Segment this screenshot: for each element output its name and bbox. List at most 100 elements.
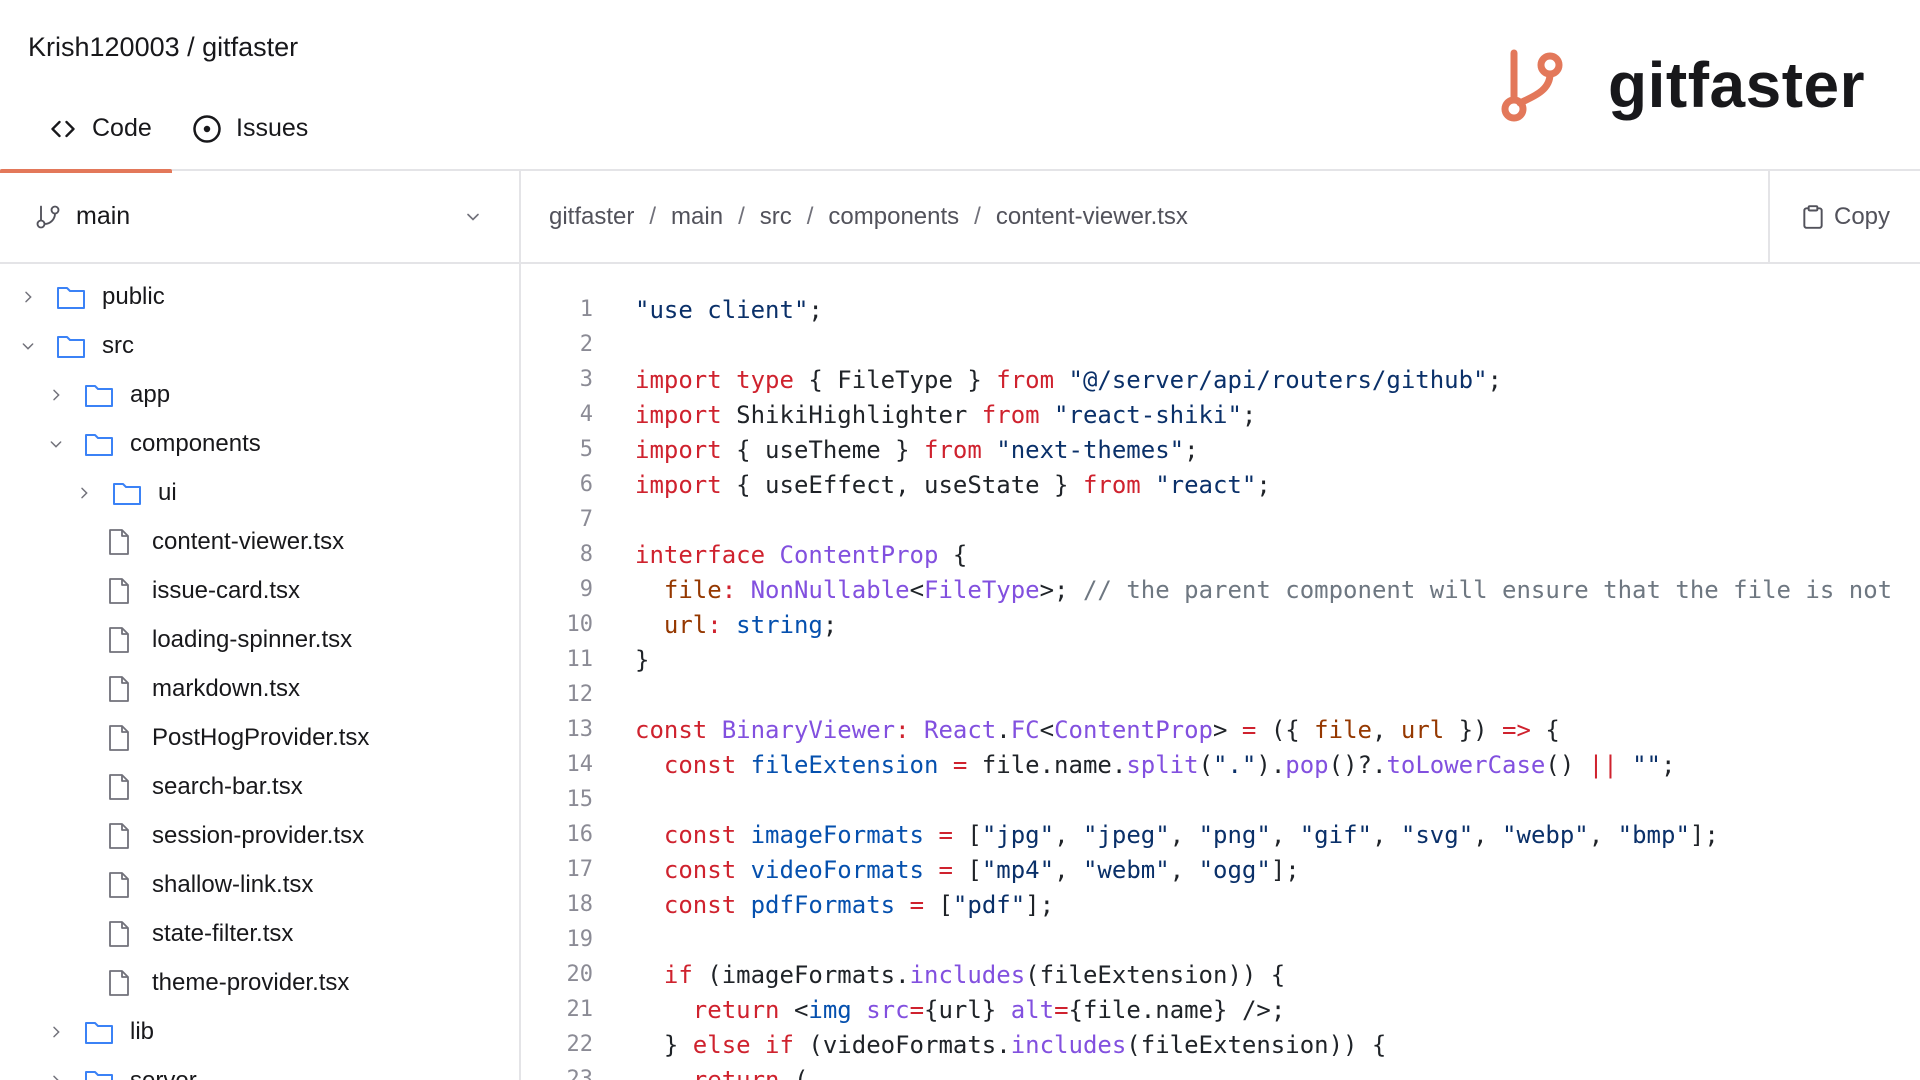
tree-file-state-filter[interactable]: state-filter.tsx bbox=[0, 909, 519, 958]
chevron-right-icon bbox=[48, 1073, 64, 1080]
breadcrumb-repo[interactable]: gitfaster bbox=[549, 203, 634, 231]
code-line: 7 bbox=[521, 502, 1920, 537]
chevron-down-icon bbox=[48, 436, 64, 452]
folder-icon bbox=[84, 381, 114, 409]
code-line: 1 "use client"; bbox=[521, 292, 1920, 327]
tree-file-content-viewer[interactable]: content-viewer.tsx bbox=[0, 517, 519, 566]
line-number: 14 bbox=[566, 752, 594, 777]
code-line: 14 const fileExtension = file.name.split… bbox=[521, 747, 1920, 782]
code-line: 12 bbox=[521, 677, 1920, 712]
line-number: 22 bbox=[566, 1032, 594, 1057]
line-number: 4 bbox=[579, 402, 593, 427]
tree-item-label: content-viewer.tsx bbox=[152, 527, 345, 555]
chevron-right-icon bbox=[48, 1024, 64, 1040]
line-number: 10 bbox=[566, 612, 594, 637]
breadcrumb-branch[interactable]: main bbox=[671, 203, 723, 231]
tree-item-label: theme-provider.tsx bbox=[152, 968, 350, 996]
tree-folder-components[interactable]: components bbox=[0, 419, 519, 468]
line-number: 8 bbox=[579, 542, 593, 567]
file-content-panel: gitfaster / main / src / components / co… bbox=[521, 171, 1920, 1080]
line-number: 13 bbox=[566, 717, 594, 742]
code-text: import ShikiHighlighter from "react-shik… bbox=[635, 400, 1257, 429]
code-line: 6 import { useEffect, useState } from "re… bbox=[521, 467, 1920, 502]
copy-button[interactable]: Copy bbox=[1768, 171, 1920, 262]
code-line: 19 bbox=[521, 922, 1920, 957]
file-icon bbox=[106, 871, 132, 899]
tree-file-shallow-link[interactable]: shallow-link.tsx bbox=[0, 860, 519, 909]
branch-selector[interactable]: main bbox=[0, 171, 519, 264]
tree-file-markdown[interactable]: markdown.tsx bbox=[0, 664, 519, 713]
chevron-right-icon bbox=[20, 289, 36, 305]
brand[interactable]: gitfaster bbox=[1496, 40, 1865, 130]
tree-file-posthog-provider[interactable]: PostHogProvider.tsx bbox=[0, 713, 519, 762]
tree-item-label: lib bbox=[130, 1017, 155, 1045]
code-text: } else if (videoFormats.includes(fileExt… bbox=[635, 1030, 1387, 1059]
tree-item-label: state-filter.tsx bbox=[152, 919, 294, 947]
tree-folder-app[interactable]: app bbox=[0, 370, 519, 419]
tree-folder-src[interactable]: src bbox=[0, 321, 519, 370]
chevron-right-icon bbox=[76, 485, 92, 501]
line-number: 11 bbox=[566, 647, 594, 672]
tree-folder-server[interactable]: server bbox=[0, 1056, 519, 1080]
tree-item-label: loading-spinner.tsx bbox=[152, 625, 353, 653]
folder-icon bbox=[84, 1067, 114, 1080]
tab-issues-label: Issues bbox=[236, 114, 309, 142]
chevron-down-icon bbox=[467, 213, 479, 221]
chevron-down-icon bbox=[20, 338, 36, 354]
line-number: 19 bbox=[566, 927, 594, 952]
tree-file-issue-card[interactable]: issue-card.tsx bbox=[0, 566, 519, 615]
code-line: 4 import ShikiHighlighter from "react-shi… bbox=[521, 397, 1920, 432]
tree-item-label: search-bar.tsx bbox=[152, 772, 303, 800]
tree-item-label: public bbox=[102, 282, 165, 310]
code-line: 15 bbox=[521, 782, 1920, 817]
breadcrumb-separator: / bbox=[806, 202, 814, 230]
code-line: 8 interface ContentProp { bbox=[521, 537, 1920, 572]
breadcrumb-separator: / bbox=[738, 202, 745, 230]
code-line: 16 const imageFormats = ["jpg", "jpeg", … bbox=[521, 817, 1920, 852]
tab-code[interactable]: Code bbox=[0, 100, 172, 173]
tree-file-session-provider[interactable]: session-provider.tsx bbox=[0, 811, 519, 860]
code-text: import type { FileType } from "@/server/… bbox=[635, 365, 1502, 394]
code-text: "use client"; bbox=[635, 295, 823, 324]
line-number: 7 bbox=[579, 507, 593, 532]
code-viewer[interactable]: 1 "use client"; 2 3 import type { FileType… bbox=[521, 264, 1920, 1080]
line-number: 2 bbox=[579, 332, 593, 357]
line-number: 18 bbox=[566, 892, 594, 917]
breadcrumb-components[interactable]: components bbox=[828, 203, 959, 231]
code-text: const imageFormats = ["jpg", "jpeg", "pn… bbox=[663, 820, 1719, 849]
tree-item-label: PostHogProvider.tsx bbox=[152, 723, 370, 751]
tree-item-label: components bbox=[130, 429, 261, 457]
breadcrumb-src[interactable]: src bbox=[760, 203, 792, 231]
line-number: 3 bbox=[579, 367, 593, 392]
tree-item-label: app bbox=[130, 380, 171, 408]
line-number: 12 bbox=[566, 682, 594, 707]
folder-icon bbox=[84, 430, 114, 458]
code-text: const BinaryViewer: React.FC<ContentProp… bbox=[635, 715, 1560, 744]
tree-folder-ui[interactable]: ui bbox=[0, 468, 519, 517]
breadcrumb: gitfaster / main / src / components / co… bbox=[521, 171, 1920, 264]
file-tree-sidebar: main public src app components ui conten… bbox=[0, 171, 521, 1080]
code-text: const fileExtension = file.name.split(".… bbox=[663, 750, 1676, 779]
repo-title[interactable]: Krish120003 / gitfaster bbox=[28, 32, 298, 63]
folder-icon bbox=[84, 1018, 114, 1046]
tree-file-search-bar[interactable]: search-bar.tsx bbox=[0, 762, 519, 811]
file-icon bbox=[106, 626, 132, 654]
tree-folder-lib[interactable]: lib bbox=[0, 1007, 519, 1056]
tab-code-label: Code bbox=[92, 114, 152, 142]
brand-name: gitfaster bbox=[1608, 49, 1865, 121]
breadcrumb-file: content-viewer.tsx bbox=[995, 202, 1188, 230]
line-number: 1 bbox=[579, 297, 593, 322]
line-number: 9 bbox=[579, 577, 593, 602]
tree-file-loading-spinner[interactable]: loading-spinner.tsx bbox=[0, 615, 519, 664]
code-text: url: string; bbox=[663, 610, 838, 639]
tree-file-theme-provider[interactable]: theme-provider.tsx bbox=[0, 958, 519, 1007]
file-icon bbox=[106, 724, 132, 752]
code-line: 3 import type { FileType } from "@/server… bbox=[521, 362, 1920, 397]
tab-issues[interactable]: Issues bbox=[192, 100, 308, 171]
breadcrumb-separator: / bbox=[974, 202, 981, 230]
code-line: 17 const videoFormats = ["mp4", "webm", … bbox=[521, 852, 1920, 887]
tree-folder-public[interactable]: public bbox=[0, 272, 519, 321]
tree-item-label: src bbox=[102, 331, 134, 359]
file-icon bbox=[106, 920, 132, 948]
tree-item-label: markdown.tsx bbox=[152, 674, 301, 702]
